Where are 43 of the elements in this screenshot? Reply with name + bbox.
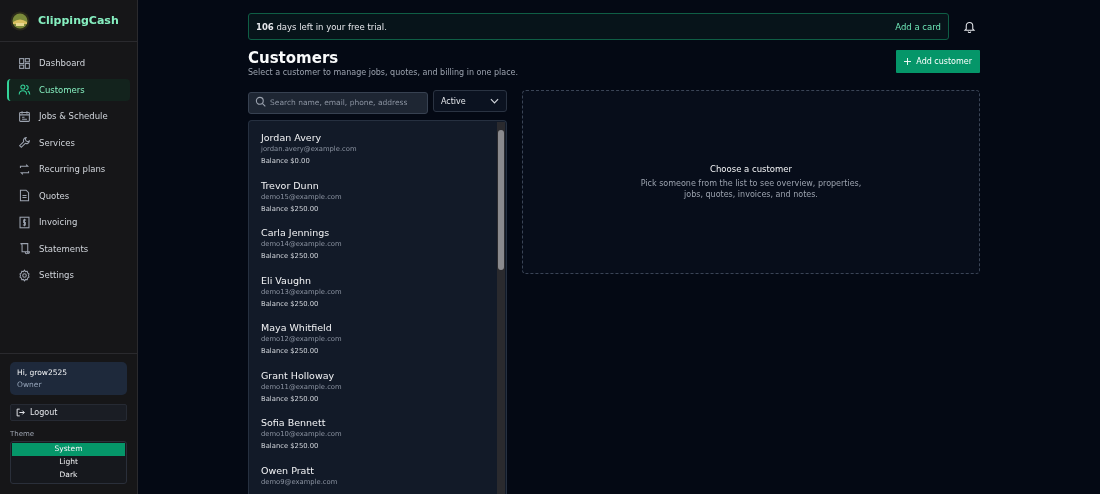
add-card-link[interactable]: Add a card <box>895 21 941 32</box>
repeat-icon <box>18 162 31 176</box>
grid-icon <box>18 56 31 70</box>
brand-name: ClippingCash <box>38 14 119 27</box>
nav-item[interactable]: Customers <box>7 78 130 101</box>
status-dropdown[interactable]: Active <box>433 90 507 112</box>
customer-name: Eli Vaughn <box>261 274 312 286</box>
customer-name: Maya Whitfield <box>261 322 333 333</box>
gear-icon <box>18 268 31 282</box>
chevron-down-icon <box>490 98 499 104</box>
scroll-icon <box>18 242 31 256</box>
logout-icon <box>16 408 25 417</box>
logout-button[interactable]: Logout <box>10 404 127 421</box>
trial-message: 106 days left in your free trial. <box>256 21 387 32</box>
document-icon <box>18 189 31 203</box>
logo-icon <box>10 10 30 31</box>
empty-state-text: Pick someone from the list to see overview, properties, jobs, quotes, invoices, and notes. <box>639 177 863 201</box>
customer-name: Carla Jennings <box>261 227 331 238</box>
nav-item[interactable]: Settings <box>7 264 130 287</box>
nav-item[interactable]: Statements <box>7 237 130 260</box>
nav-item[interactable]: Dashboard <box>7 52 130 75</box>
nav-item[interactable]: Services <box>7 131 130 154</box>
scrollbar-thumb[interactable] <box>498 130 504 270</box>
customer-name: Jordan Avery <box>261 132 323 143</box>
calendar-icon <box>18 109 31 123</box>
nav-item[interactable]: Recurring plans <box>7 158 130 181</box>
nav-item[interactable]: Jobs & Schedule <box>7 105 130 128</box>
page-subtitle: Select a customer to manage jobs, quotes, and billing in one place. <box>248 68 519 77</box>
page-title: Customers <box>248 49 340 67</box>
nav-item[interactable]: Quotes <box>7 184 130 207</box>
customer-name: Grant Holloway <box>261 369 336 381</box>
add-customer-button[interactable]: Add customer <box>896 50 980 73</box>
users-icon <box>18 83 31 97</box>
dollar-icon <box>18 215 31 229</box>
customer-name: Owen Pratt <box>261 464 315 476</box>
nav-item[interactable]: Invoicing <box>7 211 130 234</box>
customer-name: Sofia Bennett <box>261 417 327 428</box>
notification-bell-icon[interactable] <box>963 20 976 33</box>
empty-state-title: Choose a customer <box>710 163 792 174</box>
plus-icon <box>904 58 912 65</box>
wrench-icon <box>18 136 31 150</box>
customer-name: Trevor Dunn <box>261 179 320 191</box>
scrollbar[interactable] <box>497 122 505 494</box>
